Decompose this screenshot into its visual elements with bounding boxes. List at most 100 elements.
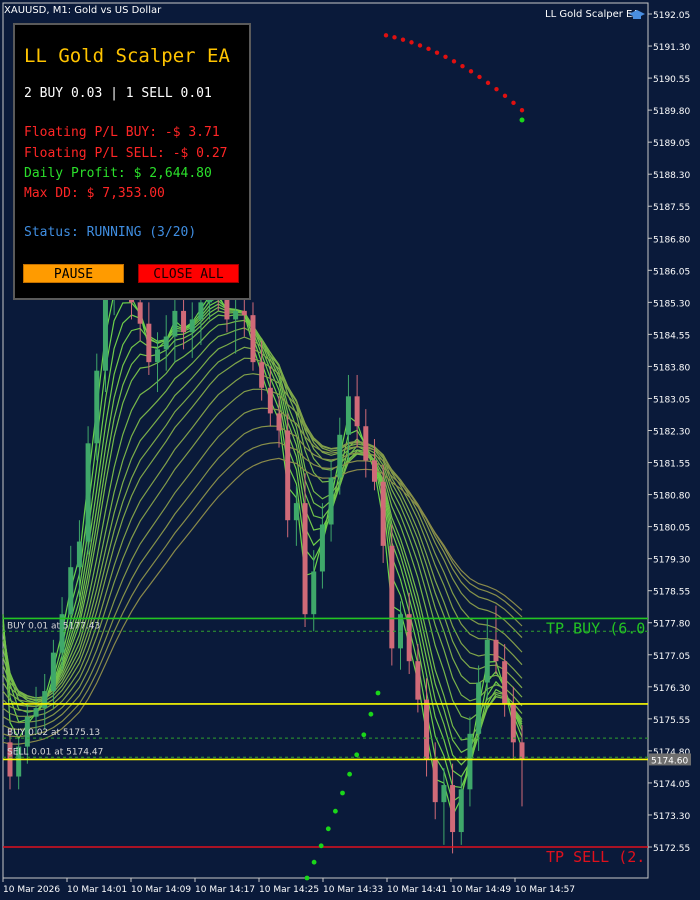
psar-dot bbox=[502, 93, 508, 99]
positions-summary: 2 BUY 0.03 | 1 SELL 0.01 bbox=[24, 86, 212, 101]
price-tick-label: 5180.05 bbox=[653, 524, 690, 534]
psar-dot bbox=[511, 100, 516, 106]
psar-dot bbox=[325, 826, 331, 832]
candle-body bbox=[354, 396, 360, 427]
current-price-label: 5174.60 bbox=[651, 756, 688, 766]
price-tick-label: 5177.05 bbox=[653, 652, 690, 662]
candle-body bbox=[189, 319, 195, 333]
candle-body bbox=[476, 682, 482, 734]
price-tick-label: 5176.30 bbox=[653, 684, 690, 694]
candle-body bbox=[259, 362, 265, 388]
price-tick-label: 5181.55 bbox=[653, 460, 690, 470]
candle-body bbox=[337, 434, 343, 478]
price-tick-label: 5174.05 bbox=[653, 780, 690, 790]
candle-body bbox=[155, 349, 161, 363]
time-tick-label: 10 Mar 14:41 bbox=[387, 885, 447, 895]
candle-body bbox=[510, 703, 516, 743]
candle bbox=[285, 413, 291, 538]
price-tick-label: 5186.80 bbox=[653, 235, 690, 245]
max-drawdown: Max DD: $ 7,353.00 bbox=[24, 186, 165, 201]
candle-body bbox=[328, 477, 334, 525]
pause-button[interactable]: PAUSE bbox=[23, 264, 124, 283]
time-tick-label: 10 Mar 14:25 bbox=[259, 885, 319, 895]
psar-dot bbox=[354, 752, 360, 758]
price-tick-label: 5180.80 bbox=[653, 492, 690, 502]
time-tick-label: 10 Mar 14:17 bbox=[195, 885, 255, 895]
price-tick-label: 5191.30 bbox=[653, 43, 690, 53]
price-tick-label: 5190.55 bbox=[653, 75, 690, 85]
candle-body bbox=[450, 785, 456, 833]
candle-body bbox=[432, 759, 438, 803]
candle-body bbox=[345, 396, 351, 435]
time-tick-label: 10 Mar 14:33 bbox=[323, 885, 383, 895]
psar-dot bbox=[368, 711, 374, 717]
candle-body bbox=[302, 503, 308, 615]
candle-body bbox=[484, 639, 490, 683]
candle-body bbox=[493, 639, 499, 662]
tp-label: TP SELL (2. bbox=[546, 848, 645, 866]
time-tick-label: 10 Mar 14:09 bbox=[131, 885, 191, 895]
psar-dot bbox=[340, 790, 345, 796]
psar-dot bbox=[304, 875, 310, 881]
ea-status: Status: RUNNING (3/20) bbox=[24, 225, 197, 240]
psar-dot bbox=[333, 808, 338, 814]
candle-body bbox=[467, 733, 473, 790]
psar-dot bbox=[485, 80, 491, 86]
candle-body bbox=[76, 541, 82, 568]
psar-dot bbox=[409, 40, 414, 45]
psar-dot bbox=[460, 63, 465, 69]
candle-body bbox=[33, 708, 39, 717]
time-tick-label: 10 Mar 14:57 bbox=[515, 885, 575, 895]
candle-body bbox=[389, 545, 395, 649]
ea-panel-title: LL Gold Scalper EA bbox=[24, 45, 230, 67]
psar-dot bbox=[477, 74, 482, 80]
time-tick-label: 10 Mar 14:49 bbox=[451, 885, 511, 895]
psar-dot bbox=[494, 86, 499, 92]
psar-dot bbox=[451, 59, 457, 64]
candle-body bbox=[42, 691, 48, 709]
tp-label: TP BUY (6.0 bbox=[546, 619, 645, 637]
psar-dot bbox=[383, 33, 389, 38]
daily-profit: Daily Profit: $ 2,644.80 bbox=[24, 166, 212, 181]
psar-dot bbox=[400, 37, 406, 42]
candle-body bbox=[319, 524, 325, 572]
price-tick-label: 5182.30 bbox=[653, 428, 690, 438]
candle-body bbox=[94, 370, 100, 444]
candle-body bbox=[250, 315, 256, 363]
candle-body bbox=[441, 785, 447, 803]
psar-dot bbox=[443, 54, 448, 59]
symbol-info: XAUUSD, M1: Gold vs US Dollar bbox=[4, 5, 162, 16]
candle-body bbox=[293, 503, 299, 521]
psar-dot bbox=[392, 35, 397, 40]
close-all-button[interactable]: CLOSE ALL bbox=[138, 264, 239, 283]
psar-dot bbox=[311, 859, 317, 865]
psar-dot bbox=[361, 732, 367, 738]
ea-panel: LL Gold Scalper EA 2 BUY 0.03 | 1 SELL 0… bbox=[13, 23, 251, 300]
candle-body bbox=[241, 310, 247, 316]
price-tick-label: 5179.30 bbox=[653, 556, 690, 566]
psar-dot bbox=[375, 690, 381, 696]
candle-body bbox=[285, 430, 291, 521]
candle-body bbox=[371, 460, 377, 482]
candle-body bbox=[163, 336, 169, 350]
price-tick-label: 5188.30 bbox=[653, 171, 690, 181]
candle-body bbox=[50, 652, 56, 692]
candle-body bbox=[198, 302, 204, 320]
price-tick-label: 5183.80 bbox=[653, 363, 690, 373]
psar-dot bbox=[347, 771, 352, 777]
candle-body bbox=[363, 426, 369, 461]
candle-body bbox=[172, 310, 178, 337]
candle-body bbox=[102, 298, 108, 371]
order-label: BUY 0.02 at 5175.13 bbox=[7, 728, 100, 738]
psar-dot bbox=[468, 69, 474, 74]
candle-body bbox=[415, 661, 421, 700]
candle-body bbox=[276, 413, 282, 431]
candle-body bbox=[424, 699, 430, 760]
candle-body bbox=[380, 481, 386, 546]
psar-dot bbox=[417, 43, 423, 48]
psar-dot bbox=[434, 50, 440, 55]
candle-body bbox=[146, 323, 152, 363]
time-tick-label: 10 Mar 14:01 bbox=[67, 885, 127, 895]
psar-dot bbox=[519, 117, 525, 123]
candle-body bbox=[59, 614, 65, 653]
